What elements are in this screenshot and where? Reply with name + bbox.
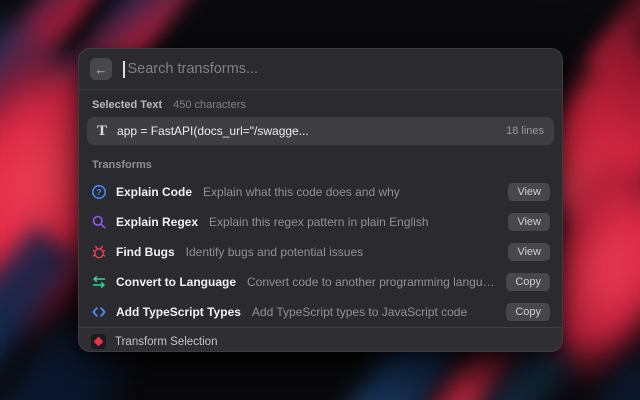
character-count: 450 characters xyxy=(173,99,246,111)
search-bar: ← Search transforms... xyxy=(79,49,562,89)
transform-description: Explain what this code does and why xyxy=(203,185,400,199)
command-palette: ← Search transforms... Selected Text 450… xyxy=(78,48,563,352)
transforms-section-header: Transforms xyxy=(79,147,562,177)
svg-text:?: ? xyxy=(96,187,101,197)
transform-description: Convert code to another programming lang… xyxy=(247,275,497,289)
transform-row-explain-code[interactable]: ? Explain Code Explain what this code do… xyxy=(79,177,562,207)
palette-footer: Transform Selection xyxy=(79,327,562,352)
transform-description: Identify bugs and potential issues xyxy=(186,245,363,259)
text-caret xyxy=(123,61,125,78)
transform-title: Explain Code xyxy=(116,185,192,199)
copy-button[interactable]: Copy xyxy=(506,273,550,291)
question-circle-icon: ? xyxy=(91,184,107,200)
transform-row-explain-regex[interactable]: Explain Regex Explain this regex pattern… xyxy=(79,207,562,237)
wallpaper-streak xyxy=(560,357,640,400)
back-arrow-icon: ← xyxy=(95,63,108,76)
app-logo-icon xyxy=(91,334,106,349)
swap-arrows-icon xyxy=(91,274,107,290)
view-button[interactable]: View xyxy=(508,213,550,231)
selected-text-row[interactable]: T app = FastAPI(docs_url="/swagge... 18 … xyxy=(87,117,554,145)
transform-title: Convert to Language xyxy=(116,275,236,289)
transform-row-convert-language[interactable]: Convert to Language Convert code to anot… xyxy=(79,267,562,297)
transform-description: Explain this regex pattern in plain Engl… xyxy=(209,215,428,229)
view-button[interactable]: View xyxy=(508,243,550,261)
copy-button[interactable]: Copy xyxy=(506,303,550,321)
transform-description: Add TypeScript types to JavaScript code xyxy=(252,305,467,319)
text-icon: T xyxy=(97,123,107,140)
transform-row-add-typescript[interactable]: Add TypeScript Types Add TypeScript type… xyxy=(79,297,562,327)
diamond-icon xyxy=(94,337,104,347)
transform-row-find-bugs[interactable]: Find Bugs Identify bugs and potential is… xyxy=(79,237,562,267)
footer-title: Transform Selection xyxy=(115,336,217,348)
line-count: 18 lines xyxy=(506,125,544,137)
selected-text-section-header: Selected Text 450 characters xyxy=(79,90,562,111)
transform-title: Find Bugs xyxy=(116,245,175,259)
transform-title: Explain Regex xyxy=(116,215,198,229)
code-brackets-icon xyxy=(91,304,107,320)
desktop-background: ← Search transforms... Selected Text 450… xyxy=(0,0,640,400)
view-button[interactable]: View xyxy=(508,183,550,201)
wallpaper-streak xyxy=(586,0,640,78)
transform-title: Add TypeScript Types xyxy=(116,305,241,319)
wallpaper-streak xyxy=(0,225,78,385)
selected-text-preview: app = FastAPI(docs_url="/swagge... xyxy=(117,124,309,138)
section-label: Transforms xyxy=(92,159,152,171)
back-button[interactable]: ← xyxy=(90,58,112,80)
bug-icon xyxy=(91,244,107,260)
section-label: Selected Text xyxy=(92,99,162,111)
search-input[interactable]: Search transforms... xyxy=(128,61,259,77)
magnifier-icon xyxy=(91,214,107,230)
